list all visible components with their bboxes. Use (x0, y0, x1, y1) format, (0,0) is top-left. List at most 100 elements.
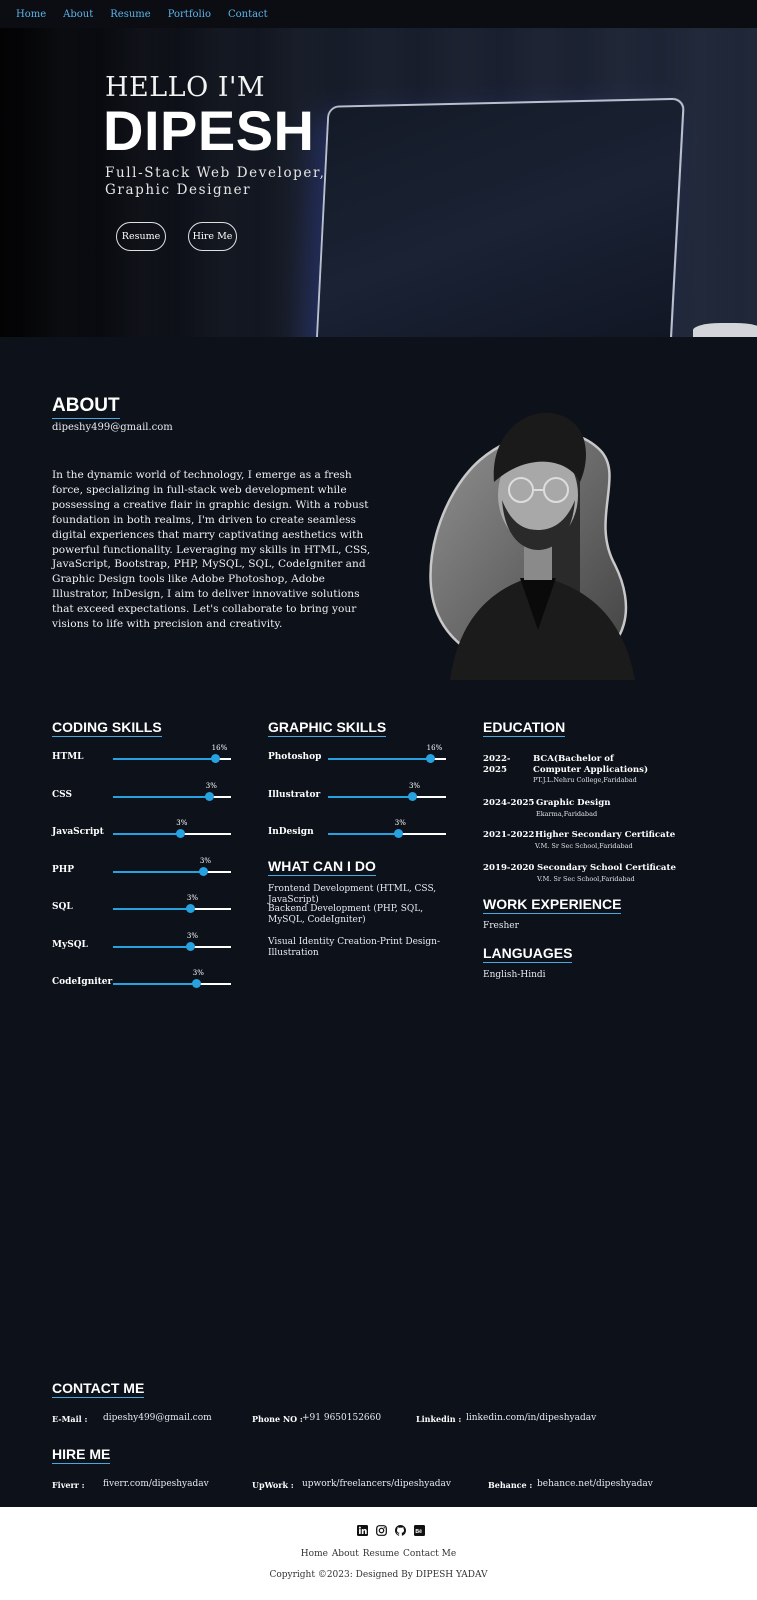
github-icon[interactable] (395, 1525, 406, 1536)
linkedin-label: Linkedin : (416, 1414, 462, 1424)
service-item: Backend Development (PHP, SQL, MySQL, Co… (268, 904, 424, 925)
skill-slider-knob[interactable] (394, 829, 404, 838)
skill-progress-bar[interactable]: 16% (113, 744, 231, 763)
education-institute: V.M. Sr Sec School,Faridabad (537, 875, 635, 883)
nav-home-link[interactable]: Home (16, 9, 46, 20)
skill-percentage: 3% (408, 781, 421, 790)
skill-slider-knob[interactable] (186, 904, 196, 913)
education-title: BCA(Bachelor of Computer Applications) (533, 754, 649, 775)
fiverr-link[interactable]: fiverr.com/dipeshyadav (103, 1479, 209, 1489)
skill-label: InDesign (268, 827, 314, 837)
education-institute: V.M. Sr Sec School,Faridabad (535, 842, 633, 850)
about-email: dipeshy499@gmail.com (52, 422, 173, 433)
coding-skills-heading-text: CODING SKILLS (52, 719, 162, 735)
nav-resume-link[interactable]: Resume (110, 9, 150, 20)
hero-name: DIPESH (103, 99, 315, 162)
skill-progress-bar[interactable]: 3% (113, 857, 231, 876)
linkedin-icon[interactable] (357, 1525, 368, 1536)
skill-slider-knob[interactable] (205, 791, 215, 801)
skill-progress-bar[interactable]: 3% (113, 819, 231, 838)
graphic-skills-heading: GRAPHIC SKILLS (268, 719, 387, 737)
skill-label: HTML (52, 752, 84, 762)
behance-link[interactable]: behance.net/dipeshyadav (537, 1479, 653, 1489)
heading-underline (52, 417, 120, 419)
resume-button[interactable]: Resume (116, 222, 166, 251)
languages-value: English-Hindi (483, 970, 546, 980)
heading-underline (483, 735, 566, 737)
about-heading-text: ABOUT (52, 395, 120, 416)
contact-phone-link[interactable]: +91 9650152660 (302, 1413, 381, 1423)
hero-role: Full-Stack Web Developer, Graphic Design… (105, 165, 326, 198)
skill-progress-fill (113, 758, 216, 760)
heading-underline (483, 961, 573, 963)
skill-progress-bar[interactable]: 3% (113, 969, 231, 988)
upwork-label: UpWork : (252, 1480, 294, 1490)
skill-slider-knob[interactable] (426, 754, 436, 763)
profile-photo (429, 412, 635, 680)
skill-slider-knob[interactable] (175, 829, 185, 838)
education-title: Graphic Design (536, 798, 611, 808)
skill-slider-knob[interactable] (186, 941, 196, 951)
skill-progress-fill (113, 983, 197, 985)
footer: Bē Home About Resume Contact Me Copyrigh… (0, 1507, 757, 1600)
skill-progress-bar[interactable]: 3% (328, 782, 446, 801)
skill-progress-fill (113, 908, 191, 910)
skill-percentage: 3% (192, 969, 204, 977)
skill-label: MySQL (52, 939, 88, 950)
hire-me-button[interactable]: Hire Me (188, 222, 237, 251)
nav-about-link[interactable]: About (63, 9, 93, 20)
footer-resume-link[interactable]: Resume (363, 1549, 399, 1559)
skill-label: CodeIgniter (52, 977, 113, 987)
education-institute: PT.J.L.Nehru College,Faridabad (533, 776, 637, 784)
skill-label: Photoshop (268, 752, 322, 762)
hire-me-heading: HIRE ME (52, 1446, 111, 1464)
footer-contact-link[interactable]: Contact Me (403, 1549, 456, 1559)
hero-section: HELLO I'M DIPESH Full-Stack Web Develope… (0, 28, 757, 337)
skill-label: PHP (52, 864, 75, 875)
fiverr-label: Fiverr : (52, 1480, 85, 1490)
skill-progress-bar[interactable]: 3% (113, 782, 231, 801)
skill-progress-bar[interactable]: 3% (113, 894, 231, 913)
skill-slider-knob[interactable] (408, 791, 418, 801)
top-nav: Home About Resume Portfolio Contact (0, 0, 757, 28)
nav-contact-link[interactable]: Contact (228, 9, 268, 20)
hire-me-heading-text: HIRE ME (52, 1446, 111, 1462)
footer-home-link[interactable]: Home (301, 1549, 328, 1559)
what-can-i-do-heading: WHAT CAN I DO (268, 858, 376, 876)
skill-progress-fill (328, 833, 399, 835)
footer-links: Home About Resume Contact Me (0, 1549, 757, 1559)
graphic-skills-heading-text: GRAPHIC SKILLS (268, 719, 387, 735)
contact-linkedin-link[interactable]: linkedin.com/in/dipeshyadav (466, 1413, 596, 1423)
behance-label: Behance : (488, 1480, 533, 1490)
upwork-link[interactable]: upwork/freelancers/dipeshyadav (302, 1479, 451, 1489)
footer-about-link[interactable]: About (332, 1549, 359, 1559)
copyright-text: Copyright ©2023: Designed By DIPESH YADA… (269, 1570, 488, 1580)
skill-slider-knob[interactable] (211, 754, 221, 763)
education-title: Higher Secondary Certificate (535, 830, 676, 840)
heading-underline (52, 735, 162, 737)
work-experience-value: Fresher (483, 921, 519, 931)
contact-email-link[interactable]: dipeshy499@gmail.com (103, 1413, 212, 1423)
skill-progress-bar[interactable]: 3% (328, 819, 446, 838)
skill-progress-bar[interactable]: 16% (328, 744, 446, 763)
skill-progress-fill (113, 870, 204, 873)
skill-percentage: 16% (426, 744, 443, 752)
skill-percentage: 3% (394, 819, 406, 827)
behance-icon[interactable]: Bē (414, 1525, 425, 1536)
service-item: Visual Identity Creation-Print Design-Il… (268, 937, 441, 958)
skill-slider-knob[interactable] (199, 866, 209, 876)
skill-percentage: 16% (211, 744, 228, 752)
skill-progress-fill (113, 945, 191, 948)
about-text: In the dynamic world of technology, I em… (52, 469, 371, 631)
skill-percentage: 3% (186, 894, 198, 902)
social-icons: Bē (357, 1525, 425, 1536)
skill-slider-knob[interactable] (192, 979, 202, 988)
skill-progress-fill (113, 833, 181, 835)
nav-portfolio-link[interactable]: Portfolio (168, 9, 211, 20)
cup-image (693, 323, 757, 337)
skill-progress-bar[interactable]: 3% (113, 932, 231, 951)
languages-heading: LANGUAGES (483, 945, 573, 963)
heading-underline (52, 1462, 111, 1464)
education-heading-text: EDUCATION (483, 719, 566, 735)
instagram-icon[interactable] (376, 1525, 387, 1536)
